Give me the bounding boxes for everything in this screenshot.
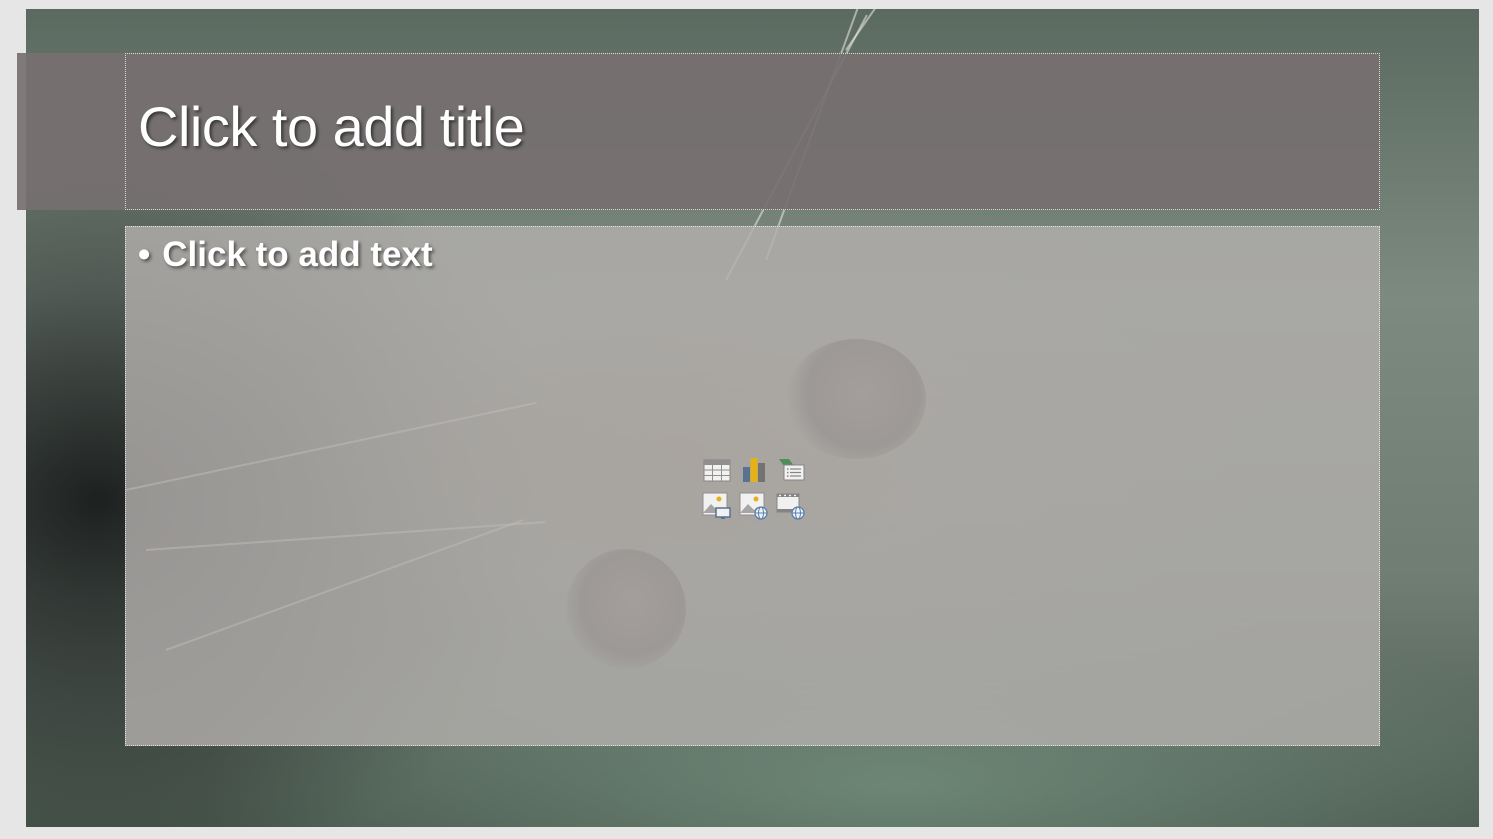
- insert-video-icon[interactable]: [776, 491, 806, 521]
- title-placeholder-text[interactable]: Click to add title: [138, 94, 525, 159]
- insert-table-icon[interactable]: [702, 455, 732, 485]
- insert-online-picture-icon[interactable]: [739, 491, 769, 521]
- background-photo-whisker: [845, 9, 951, 51]
- content-placeholder-text[interactable]: Click to add text: [162, 235, 432, 274]
- insert-picture-icon[interactable]: [702, 491, 732, 521]
- insert-smartart-icon[interactable]: [776, 455, 806, 485]
- content-placeholder-bullet[interactable]: • Click to add text: [138, 235, 433, 275]
- content-placeholder[interactable]: • Click to add text: [125, 226, 1380, 746]
- bullet-marker: •: [138, 235, 151, 274]
- insert-content-icons: [702, 455, 808, 521]
- title-placeholder[interactable]: Click to add title: [125, 53, 1380, 210]
- insert-chart-icon[interactable]: [739, 455, 769, 485]
